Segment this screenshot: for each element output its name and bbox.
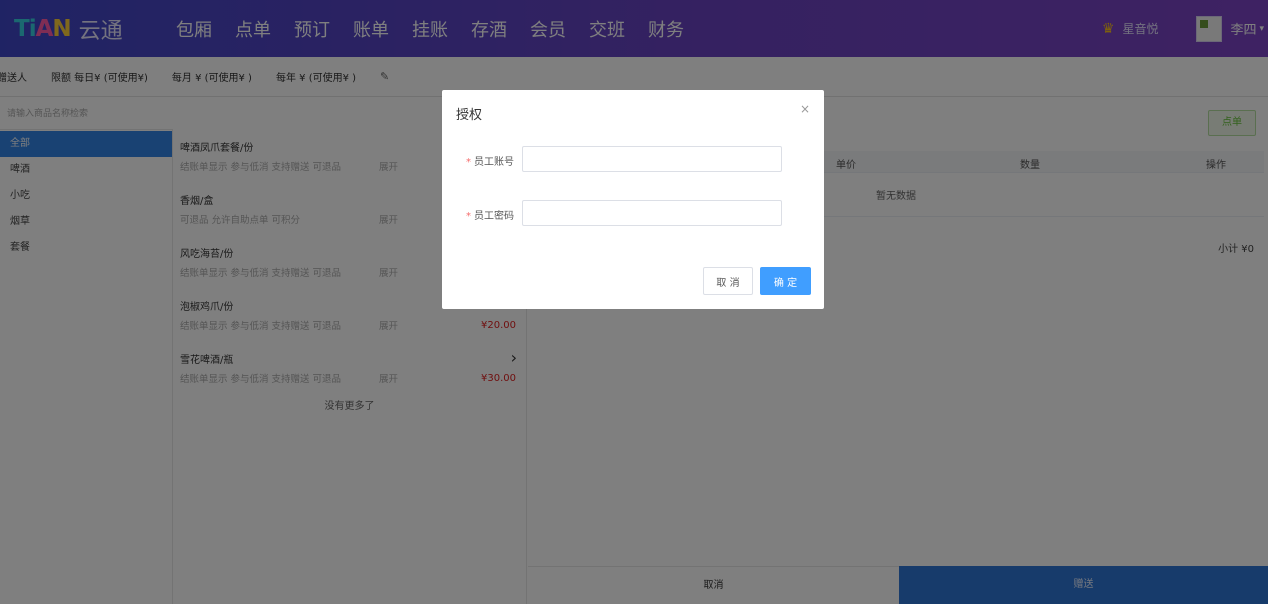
password-label: * 员工密码 [466,211,514,222]
authorization-dialog: 授权 × * 员工账号 * 员工密码 取 消 确 定 [442,90,824,309]
employee-password-input[interactable] [522,200,782,226]
close-icon[interactable]: × [800,102,810,116]
dialog-confirm-button[interactable]: 确 定 [760,267,811,295]
employee-account-input[interactable] [522,146,782,172]
dialog-cancel-button[interactable]: 取 消 [703,267,753,295]
account-label: * 员工账号 [466,157,514,168]
required-mark: * [466,157,471,168]
required-mark: * [466,211,471,222]
dialog-title: 授权 [456,108,483,123]
